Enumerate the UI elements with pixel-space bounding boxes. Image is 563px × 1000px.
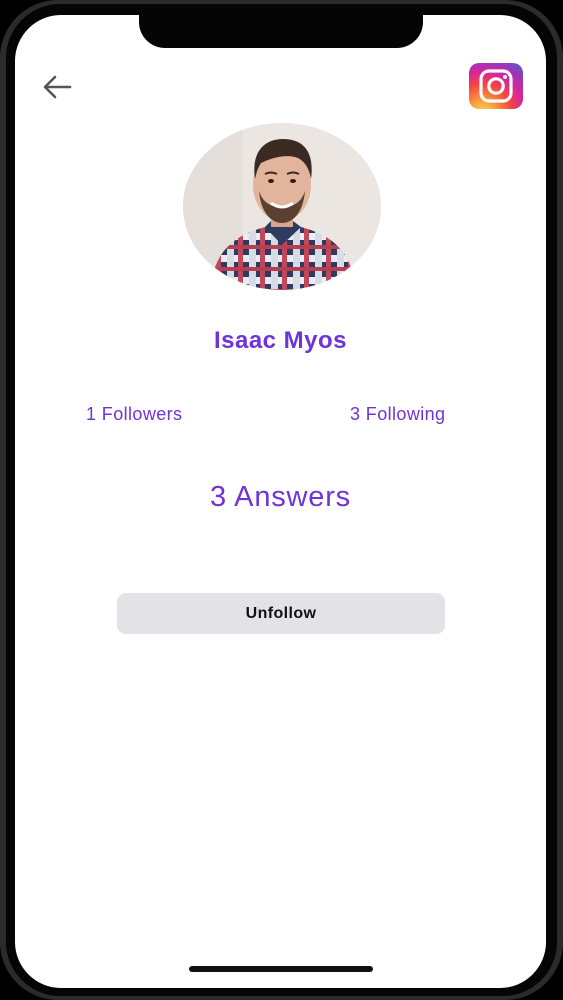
- home-indicator[interactable]: [189, 966, 373, 972]
- following-link[interactable]: 3 Following: [350, 404, 445, 425]
- answers-count[interactable]: 3 Answers: [15, 481, 546, 514]
- back-button[interactable]: [39, 71, 75, 103]
- profile-photo: [183, 123, 381, 290]
- instagram-button[interactable]: [469, 63, 523, 109]
- device-notch: [139, 15, 423, 48]
- followers-link[interactable]: 1 Followers: [86, 404, 182, 425]
- arrow-left-icon: [43, 75, 72, 99]
- profile-name: Isaac Myos: [213, 327, 348, 354]
- profile-screen: Isaac Myos 1 Followers 3 Following 3 Ans…: [15, 15, 546, 988]
- unfollow-button[interactable]: Unfollow: [117, 593, 445, 634]
- profile-avatar: [183, 123, 381, 290]
- instagram-icon: [479, 69, 513, 103]
